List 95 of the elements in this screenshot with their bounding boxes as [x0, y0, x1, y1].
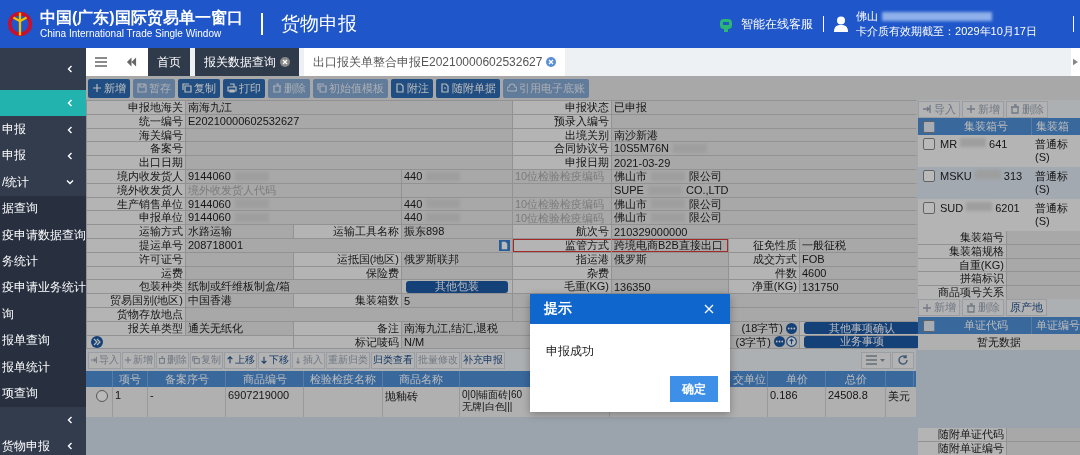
column-header: 单证编号 — [1035, 318, 1080, 333]
table-cell: MSKU — [940, 170, 972, 182]
field-label: 随附单证代码 — [918, 428, 1006, 442]
field-label: 航次号 — [513, 225, 611, 238]
table-cell-text: (S) — [1035, 151, 1051, 164]
field-label: 申报单位 — [87, 211, 185, 225]
field-label: 保险费 — [294, 266, 401, 280]
field-label: 指运港 — [513, 252, 611, 266]
field-label: 预录入编号 — [513, 114, 611, 128]
field-value: 佛山市 — [614, 170, 647, 183]
field-label: 运输方式 — [87, 225, 185, 238]
table-cell-text: 美元 — [887, 389, 911, 405]
field-label: 统一编号 — [87, 114, 185, 128]
field-value: 佛山市 — [614, 197, 647, 211]
byte-count: (3字节) — [735, 335, 771, 349]
field-label: 海关编号 — [87, 128, 185, 142]
field-label: 境内收发货人 — [87, 170, 185, 183]
dialog-title: 提示 — [544, 300, 572, 318]
field-value: SUPE — [614, 183, 644, 197]
field-label: 征免性质 — [729, 238, 799, 252]
table-cell: 抛釉砖 — [383, 387, 460, 418]
field-label: 件数 — [729, 266, 799, 280]
field-value: 限公司 — [689, 211, 722, 225]
user-name: 佛山 — [856, 9, 879, 24]
field-label: 净重(KG) — [729, 280, 799, 294]
field-label: 备注 — [294, 321, 401, 335]
field-label: 包装种类 — [87, 280, 185, 294]
field-label: 标记唛码 — [294, 335, 401, 349]
field-label: 拼箱标识 — [918, 272, 1006, 286]
table-cell: 1 — [113, 387, 148, 418]
field-label: 申报地海关 — [87, 101, 185, 114]
column-header: 单证代码 — [940, 317, 1032, 334]
field-label: 集装箱数 — [294, 294, 401, 307]
field-value: 440 — [404, 197, 423, 211]
field-label: 集装箱号 — [918, 231, 1006, 244]
table-cell: SUD — [940, 202, 964, 214]
field-label: 货物存放地点 — [87, 307, 185, 321]
site-title: 中国(广东)国际贸易单一窗口 — [40, 8, 243, 28]
field-value: 南海九江,结汇,退税 — [404, 321, 499, 335]
table-cell-text: 普通标 — [1035, 202, 1069, 215]
field-label: 自重(KG) — [918, 258, 1006, 272]
field-label: 报关单类型 — [87, 321, 185, 335]
table-cell: 313 — [1003, 170, 1023, 182]
table-cell-text: (S) — [1035, 183, 1051, 196]
field-value: 10S5M76N — [614, 142, 670, 156]
field-value: 440 — [404, 211, 423, 225]
field-value: 佛山市 — [614, 211, 647, 225]
field-value: N/M — [404, 335, 425, 349]
field-label: 备案号 — [87, 142, 185, 156]
field-label: 申报日期 — [513, 156, 611, 169]
card-expiry-text: 卡介质有效期截至：2029年10月17日 — [856, 24, 1037, 39]
field-label: 随附单证编号 — [918, 442, 1006, 455]
field-label: 商品项号关系 — [918, 286, 1006, 299]
field-label: 贸易国别(地区) — [87, 294, 185, 307]
table-cell: 24508.8 — [826, 387, 886, 418]
field-label: 毛重(KG) — [513, 280, 611, 294]
site-subtitle: China International Trade Single Window — [40, 28, 223, 40]
table-cell: - — [148, 387, 226, 418]
table-cell: 0.186 — [768, 387, 826, 418]
field-value: 208718001 — [188, 238, 244, 252]
field-label: 出口日期 — [87, 156, 185, 169]
field-label: 运抵国(地区) — [294, 252, 401, 266]
table-cell-text: 0|0|铺面砖|60 — [462, 389, 524, 402]
field-value: 9144060 — [188, 170, 231, 183]
byte-count: (18字节) — [741, 321, 783, 335]
field-label: 杂费 — [513, 266, 611, 280]
field-label: 运输工具名称 — [294, 225, 401, 238]
table-cell-text: 普通标 — [1035, 170, 1069, 183]
field-value: 9144060 — [188, 211, 231, 225]
table-cell: 641 — [989, 138, 1008, 150]
field-label: 申报状态 — [513, 101, 611, 114]
column-header: 集装箱 — [1035, 119, 1070, 134]
field-value: 限公司 — [689, 197, 722, 211]
field-value: 440 — [404, 170, 423, 183]
field-value: 限公司 — [689, 170, 722, 183]
table-cell: MR — [940, 138, 958, 150]
field-label: 监管方式 — [513, 238, 611, 252]
dialog-message: 申报成功 — [545, 343, 595, 360]
field-value: CO.,LTD — [685, 183, 729, 197]
field-label: 集装箱规格 — [918, 244, 1006, 258]
table-cell-text: 无牌|白色||| — [462, 401, 514, 414]
field-label: 运费 — [87, 266, 185, 280]
table-cell: 6201 — [995, 202, 1020, 214]
module-title: 货物申报 — [280, 12, 357, 36]
field-label: 境外收发货人 — [87, 183, 185, 197]
field-label: 成交方式 — [729, 252, 799, 266]
field-label: 许可证号 — [87, 252, 185, 266]
field-label: 合同协议号 — [513, 142, 611, 156]
field-label: 出境关别 — [513, 128, 611, 142]
field-label: 生产销售单位 — [87, 197, 185, 211]
table-cell: 6907219000 — [226, 387, 304, 418]
table-cell-text: (S) — [1035, 215, 1051, 228]
table-cell-text: 普通标 — [1035, 138, 1069, 151]
field-label: 提运单号 — [87, 238, 185, 252]
field-value: 9144060 — [188, 197, 231, 211]
